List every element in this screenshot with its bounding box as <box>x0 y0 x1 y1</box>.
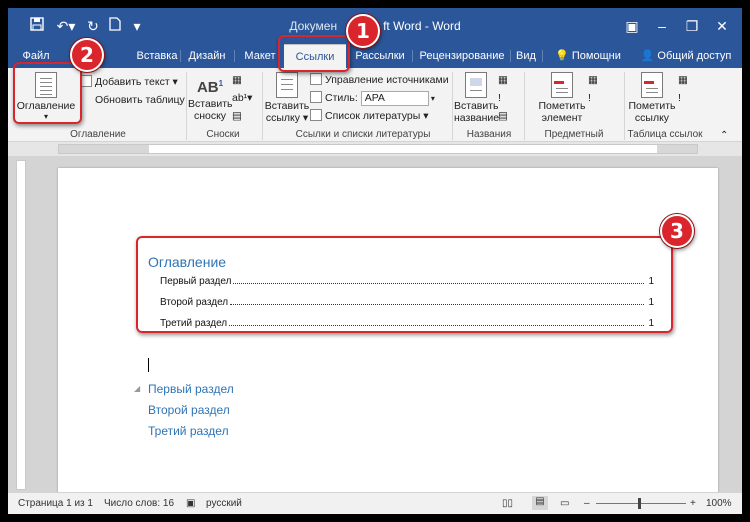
footnote-icon: AB1 <box>196 79 224 96</box>
callout-box-toc <box>136 236 673 333</box>
insert-table-of-figures-icon[interactable]: ▦ <box>498 72 508 88</box>
mark-entry-button[interactable]: Пометить элемент <box>536 72 588 124</box>
minimize-button[interactable]: – <box>648 14 676 38</box>
vertical-ruler[interactable] <box>16 160 26 490</box>
ribbon: Оглавление ▾ Добавить текст ▾ ! Обновить … <box>8 68 742 151</box>
tab-insert[interactable]: Вставка <box>134 44 180 68</box>
heading-1: Первый раздел <box>148 382 234 396</box>
language[interactable]: русский <box>206 498 242 509</box>
next-footnote-icon[interactable]: ab¹▾ <box>232 90 252 106</box>
citation-icon <box>276 72 298 98</box>
page-count[interactable]: Страница 1 из 1 <box>18 498 93 509</box>
status-bar: Страница 1 из 1 Число слов: 16 ▣ русский… <box>8 492 742 514</box>
manage-sources-button[interactable]: Управление источниками <box>310 72 449 88</box>
insert-footnote-button[interactable]: AB1 Вставить сноску <box>188 72 233 122</box>
proofing-icon[interactable]: ▣ <box>186 498 195 509</box>
callout-box-toc-button <box>13 62 82 124</box>
caption-icon <box>465 72 487 98</box>
update-index-icon[interactable]: ! <box>588 90 591 106</box>
ribbon-options-icon[interactable]: ▣ <box>618 14 646 38</box>
document-page[interactable]: Оглавление Первый раздел 1 Второй раздел 1… <box>58 168 718 498</box>
update-table-button[interactable]: ! Обновить таблицу <box>80 92 185 108</box>
tab-design[interactable]: Дизайн <box>186 44 228 68</box>
callout-badge-1: 1 <box>346 14 380 48</box>
add-text-button[interactable]: Добавить текст ▾ <box>80 74 178 90</box>
word-window: ↶▾ ↻ ▾ Докумен ft Word - Word ▣ – ❐ ✕ Фай… <box>8 8 742 514</box>
word-count[interactable]: Число слов: 16 <box>104 498 174 509</box>
insert-index-icon[interactable]: ▦ <box>588 72 598 88</box>
manage-sources-icon <box>310 73 322 85</box>
group-label-footnotes: Сноски <box>206 129 240 140</box>
mark-entry-icon <box>551 72 573 98</box>
share-button[interactable]: 👤 Общий доступ <box>638 44 734 68</box>
group-label-captions: Названия <box>466 129 512 140</box>
zoom-slider-thumb[interactable] <box>638 498 641 509</box>
mark-citation-button[interactable]: Пометить ссылку <box>626 72 678 124</box>
update-toa-icon[interactable]: ! <box>678 90 681 106</box>
zoom-level[interactable]: 100% <box>706 498 732 509</box>
zoom-out-icon[interactable]: – <box>584 498 590 509</box>
text-cursor <box>148 358 149 372</box>
callout-badge-2: 2 <box>70 38 104 72</box>
zoom-in-icon[interactable]: + <box>690 498 696 509</box>
maximize-button[interactable]: ❐ <box>678 14 706 38</box>
group-label-toc: Оглавление <box>70 129 126 140</box>
tab-view[interactable]: Вид <box>512 44 540 68</box>
insert-toa-icon[interactable]: ▦ <box>678 72 688 88</box>
style-dropdown[interactable]: APA <box>360 90 429 106</box>
style-selector[interactable]: Стиль: APA ▾ <box>310 90 435 106</box>
bibliography-button[interactable]: Список литературы ▾ <box>310 108 428 124</box>
group-label-citations: Ссылки и списки литературы <box>295 129 431 140</box>
lightbulb-icon: 💡 <box>555 50 569 62</box>
callout-badge-3: 3 <box>660 214 694 248</box>
close-button[interactable]: ✕ <box>708 14 736 38</box>
zoom-slider[interactable] <box>596 503 686 504</box>
insert-endnote-icon[interactable]: ▦ <box>232 72 242 88</box>
style-icon <box>310 91 322 103</box>
print-layout-icon[interactable]: ▤ <box>532 496 548 510</box>
heading-2: Второй раздел <box>148 403 230 417</box>
person-icon: 👤 <box>640 50 655 62</box>
ribbon-tabs: Файл Вставка Дизайн Макет Ссылки Рассылк… <box>8 44 742 68</box>
collapse-heading-icon[interactable]: ◢ <box>134 384 140 393</box>
insert-citation-button[interactable]: Вставить ссылку ▾ <box>264 72 310 124</box>
read-mode-icon[interactable]: ▯▯ <box>502 498 513 509</box>
mark-citation-icon <box>641 72 663 98</box>
group-label-toa: Таблица ссылок <box>627 129 703 140</box>
heading-3: Третий раздел <box>148 424 229 438</box>
tab-layout[interactable]: Макет <box>240 44 280 68</box>
update-figures-icon[interactable]: ! <box>498 90 501 106</box>
horizontal-ruler[interactable] <box>8 142 742 156</box>
tab-review[interactable]: Рецензирование <box>416 44 508 68</box>
web-layout-icon[interactable]: ▭ <box>560 498 569 509</box>
cross-reference-icon[interactable]: ▤ <box>498 108 508 124</box>
insert-caption-button[interactable]: Вставить название <box>454 72 499 124</box>
show-notes-icon[interactable]: ▤ <box>232 108 242 124</box>
callout-box-references-tab <box>278 35 350 72</box>
tell-me-button[interactable]: 💡 Помощни <box>548 44 628 68</box>
bibliography-icon <box>310 109 322 121</box>
